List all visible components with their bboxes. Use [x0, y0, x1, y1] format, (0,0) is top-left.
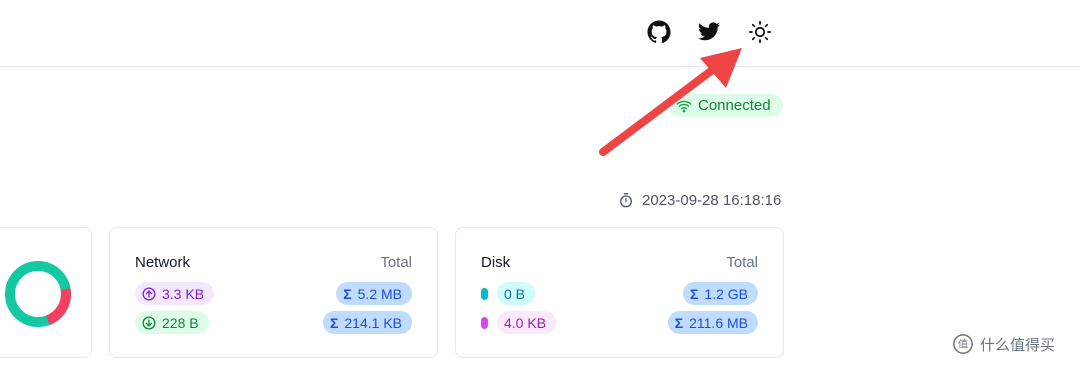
network-card: Network Total 3.3 KB 228 B Σ 5.2 MB Σ 21… — [109, 227, 438, 358]
watermark-logo-icon: 值 — [953, 334, 973, 354]
watermark-text: 什么值得买 — [980, 336, 1056, 354]
sigma-icon: Σ — [329, 314, 339, 331]
connection-status-label: Connected — [698, 97, 771, 114]
watermark: 值 什么值得买 — [952, 332, 1055, 356]
disk-total-write: Σ 211.6 MB — [667, 311, 758, 334]
disk-read-rate: 0 B — [497, 282, 536, 305]
disk-card: Disk Total 0 B 4.0 KB Σ 1.2 GB Σ 211.6 M… — [455, 227, 784, 358]
disk-total-read: Σ 1.2 GB — [683, 282, 758, 305]
network-title: Network — [135, 254, 191, 271]
top-bar — [0, 0, 1080, 67]
disk-write-indicator — [481, 317, 488, 329]
sigma-icon: Σ — [690, 285, 699, 302]
disk-read-indicator — [481, 288, 488, 300]
svg-text:值: 值 — [958, 338, 968, 351]
network-total-download: Σ 214.1 KB — [322, 311, 412, 334]
disk-total-label: Total — [726, 254, 758, 271]
sun-icon[interactable] — [748, 20, 772, 44]
wifi-icon — [676, 100, 692, 112]
sigma-icon: Σ — [674, 314, 684, 331]
arrow-down-circle-icon — [142, 316, 156, 329]
github-icon[interactable] — [647, 20, 671, 44]
connection-status-badge: Connected — [668, 94, 783, 117]
network-upload-rate: 3.3 KB — [135, 282, 215, 305]
network-total-label: Total — [380, 254, 412, 271]
timestamp-text: 2023-09-28 16:18:16 — [642, 191, 782, 209]
network-total-upload: Σ 5.2 MB — [336, 282, 412, 305]
arrow-up-circle-icon — [142, 287, 156, 300]
usage-donut-chart — [5, 261, 71, 327]
network-download-rate: 228 B — [135, 311, 209, 334]
disk-title: Disk — [481, 254, 511, 271]
usage-card-partial — [0, 227, 92, 358]
sigma-icon: Σ — [343, 285, 352, 302]
last-updated: 2023-09-28 16:18:16 — [618, 190, 781, 210]
stopwatch-icon — [620, 193, 632, 208]
disk-write-rate: 4.0 KB — [497, 311, 557, 334]
twitter-icon[interactable] — [697, 20, 721, 44]
